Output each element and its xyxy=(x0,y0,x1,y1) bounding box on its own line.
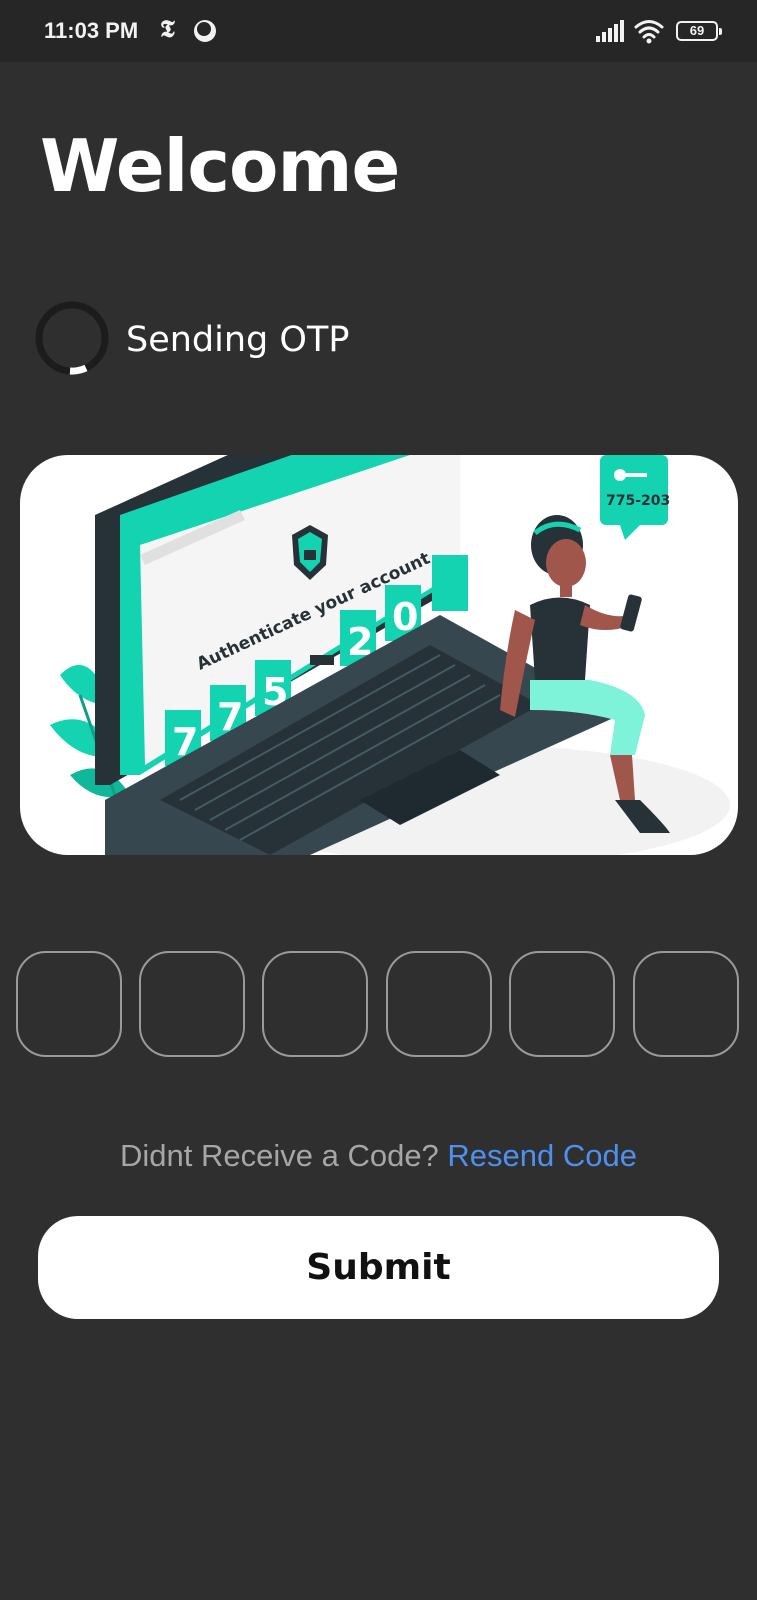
otp-input-1[interactable] xyxy=(16,951,122,1057)
otp-input-6[interactable] xyxy=(633,951,739,1057)
otp-input-2[interactable] xyxy=(139,951,245,1057)
resend-code-link[interactable]: Resend Code xyxy=(447,1138,637,1173)
illustration-graphic: Authenticate your account 7 7 5 2 0 775-… xyxy=(50,455,730,855)
otp-input-5[interactable] xyxy=(509,951,615,1057)
battery-level: 69 xyxy=(689,23,705,38)
otp-input-4[interactable] xyxy=(386,951,492,1057)
loading-status-text: Sending OTP xyxy=(126,320,350,360)
wifi-icon xyxy=(634,20,664,44)
otp-input-3[interactable] xyxy=(262,951,368,1057)
status-bar: 11:03 PM 𝕿 69 xyxy=(0,0,757,62)
otp-input-group xyxy=(16,951,742,1059)
battery-icon: 69 xyxy=(676,21,722,41)
submit-button[interactable]: Submit xyxy=(38,1216,719,1319)
moon-icon xyxy=(194,20,216,42)
otp-illustration: Authenticate your account 7 7 5 2 0 775-… xyxy=(20,455,738,855)
status-time: 11:03 PM xyxy=(44,18,139,43)
signal-icon xyxy=(596,20,624,42)
page-title: Welcome xyxy=(40,124,400,208)
bubble-code: 775-203 xyxy=(606,493,670,509)
nyt-icon: 𝕿 xyxy=(160,14,175,43)
resend-question: Didnt Receive a Code? xyxy=(120,1138,439,1173)
loading-spinner-icon xyxy=(35,301,109,375)
resend-row: Didnt Receive a Code? Resend Code xyxy=(0,1136,757,1176)
